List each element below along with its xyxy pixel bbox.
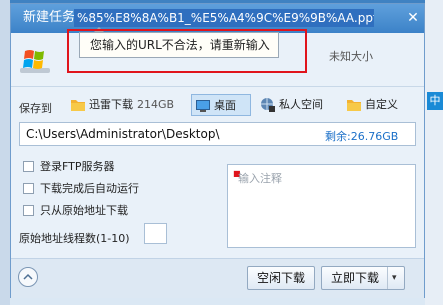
save-path-field[interactable]: C:\Users\Administrator\Desktop\ 剩余:26.76… [19,122,416,146]
auto-run-checkbox[interactable] [23,183,34,194]
url-input[interactable]: %85%E8%8A%B1_%E5%A4%9C%E9%9B%AA.ppt [74,9,374,27]
close-icon[interactable]: ✕ [406,11,420,25]
expand-button[interactable] [18,267,38,287]
location-custom[interactable]: 自定义 [343,94,415,116]
folder-icon [71,100,85,111]
background-app-right [425,0,443,305]
free-space: 剩余:26.76GB [325,130,399,143]
idle-download-button[interactable]: 空闲下载 [247,266,315,290]
location-label: 桌面 [214,99,236,112]
chevron-up-icon [23,273,33,280]
background-app-left [0,0,10,305]
location-private-space[interactable]: 私人空间 [257,94,337,116]
dialog-title: 新建任务 [23,10,76,25]
only-original-checkbox[interactable] [23,205,34,216]
globe-lock-icon [261,98,275,112]
download-now-label: 立即下载 [330,271,379,285]
file-size: 未知大小 [329,50,373,63]
download-now-button[interactable]: 立即下载 ▾ [321,266,405,290]
highlight-annotation-box [67,29,307,73]
folder-icon [347,100,361,111]
save-to-label: 保存到 [19,102,52,115]
location-desktop[interactable]: 桌面 [191,94,251,116]
threads-label: 原始地址线程数(1-10) [19,232,130,245]
location-label: 私人空间 [279,98,323,111]
dialog-footer: 空闲下载 立即下载 ▾ [11,258,424,298]
location-xunlei-download[interactable]: 迅雷下载 214GB [67,94,187,116]
windows-logo-icon [20,48,50,74]
location-size: 214GB [137,98,175,111]
background-side-tag: 中 [427,92,443,110]
only-original-label: 只从原始地址下载 [40,204,128,217]
auto-run-label: 下载完成后自动运行 [40,182,139,195]
location-label: 自定义 [365,98,398,111]
comment-input[interactable]: ■ 输入注释 [227,164,416,248]
divider [11,86,424,87]
download-options-dropdown[interactable]: ▾ [387,267,404,289]
comment-placeholder: 输入注释 [238,172,282,185]
save-path: C:\Users\Administrator\Desktop\ [26,127,220,141]
ftp-checkbox[interactable] [23,161,34,172]
monitor-icon [196,100,210,112]
threads-input[interactable] [144,223,167,244]
location-label: 迅雷下载 [89,98,133,111]
chevron-down-icon: ▾ [392,273,397,283]
ftp-label: 登录FTP服务器 [40,160,115,173]
new-task-dialog: 新建任务 %85%E8%8A%B1_%E5%A4%9C%E9%9B%AA.ppt… [10,3,425,298]
